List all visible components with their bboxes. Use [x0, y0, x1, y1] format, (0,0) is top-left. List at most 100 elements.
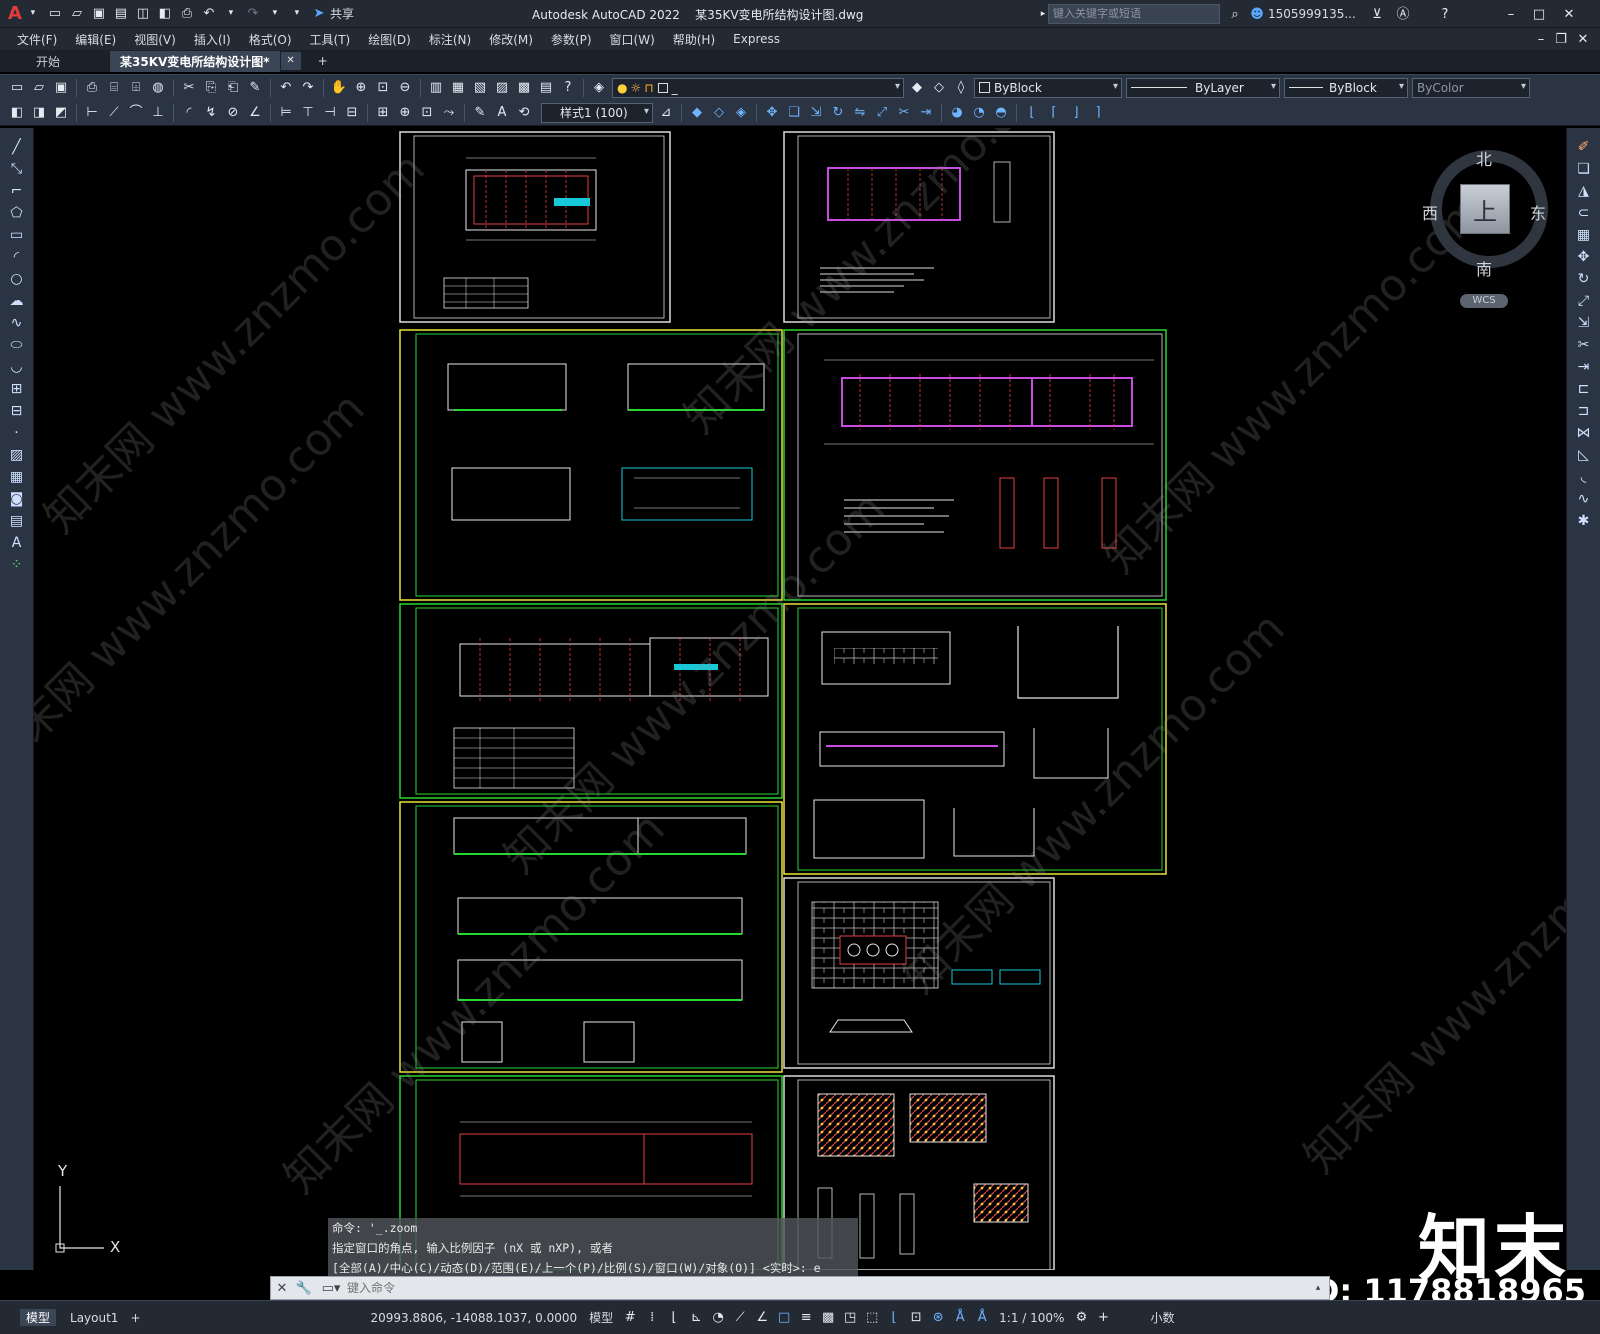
match-properties-icon[interactable]: ✎: [245, 78, 265, 98]
stretch-icon[interactable]: ⇲: [806, 103, 826, 123]
qnew-icon[interactable]: ▭: [7, 78, 27, 98]
view-top-icon[interactable]: ◆: [687, 103, 707, 123]
tolerance-icon[interactable]: ⊞: [373, 103, 393, 123]
stretch-icon[interactable]: ⇲: [1574, 313, 1594, 333]
tab-active-drawing[interactable]: 某35KV变电所结构设计图*: [110, 50, 280, 72]
menu-draw[interactable]: 绘图(D): [359, 31, 420, 48]
minimize-icon[interactable]: –: [1501, 4, 1521, 24]
compass-north[interactable]: 北: [1476, 146, 1492, 170]
save-icon[interactable]: ▣: [89, 4, 109, 24]
undo-icon[interactable]: ↶: [276, 78, 296, 98]
copy-icon[interactable]: ❏: [1574, 159, 1594, 179]
view-left-icon[interactable]: ◈: [731, 103, 751, 123]
menu-insert[interactable]: 插入(I): [185, 31, 240, 48]
app-menu-chevron-icon[interactable]: ▾: [23, 4, 43, 24]
move-icon[interactable]: ✥: [1574, 247, 1594, 267]
break-icon[interactable]: ⊐: [1574, 401, 1594, 421]
menu-edit[interactable]: 编辑(E): [66, 31, 125, 48]
dynamic-ucs-icon[interactable]: ⌊: [884, 1308, 904, 1328]
compass-west[interactable]: 西: [1422, 200, 1438, 224]
command-close-icon[interactable]: ✕: [272, 1278, 292, 1298]
color-dropdown[interactable]: ByBlock ▾: [974, 77, 1122, 98]
circle-icon[interactable]: ○: [7, 269, 27, 289]
search-icon[interactable]: ⌕: [1225, 4, 1245, 24]
material-icon[interactable]: ◓: [991, 103, 1011, 123]
properties-icon[interactable]: ▥: [426, 78, 446, 98]
menu-file[interactable]: 文件(F): [8, 31, 66, 48]
spline-icon[interactable]: ∿: [7, 313, 27, 333]
tab-start[interactable]: 开始: [26, 51, 70, 72]
ellipse-icon[interactable]: ⬭: [7, 335, 27, 355]
make-current-layer-icon[interactable]: ◆: [907, 78, 927, 98]
infer-icon[interactable]: ⌊: [664, 1308, 684, 1328]
share-icon[interactable]: ➤: [309, 4, 329, 24]
viewcube-top-face[interactable]: 上: [1460, 184, 1510, 234]
plotstyle-dropdown[interactable]: ByColor ▾: [1412, 77, 1530, 98]
open-icon[interactable]: ▱: [29, 78, 49, 98]
app-logo[interactable]: A: [8, 3, 22, 24]
units-dropdown[interactable]: 小数: [1144, 1309, 1180, 1326]
doc-restore-icon[interactable]: ❐: [1551, 29, 1571, 49]
line-icon[interactable]: ╱: [7, 137, 27, 157]
rotate-icon[interactable]: ↻: [828, 103, 848, 123]
save-web-icon[interactable]: ◧: [155, 4, 175, 24]
dim-update-icon[interactable]: ⟲: [514, 103, 534, 123]
add-selected-icon[interactable]: ⁘: [7, 555, 27, 575]
open-file-icon[interactable]: ▱: [67, 4, 87, 24]
menu-tools[interactable]: 工具(T): [301, 31, 360, 48]
center-mark-icon[interactable]: ⊕: [395, 103, 415, 123]
zoom-realtime-icon[interactable]: ⊕: [351, 78, 371, 98]
grid-icon[interactable]: #: [620, 1308, 640, 1328]
compass-south[interactable]: 南: [1476, 256, 1492, 280]
transparency-icon[interactable]: ▩: [818, 1308, 838, 1328]
layer-iso-icon[interactable]: ◨: [29, 103, 49, 123]
plot-preview-icon[interactable]: ⌸: [104, 78, 124, 98]
menu-modify[interactable]: 修改(M): [480, 31, 542, 48]
zoom-previous-icon[interactable]: ⊖: [395, 78, 415, 98]
user-name[interactable]: 1505999135...: [1268, 7, 1356, 21]
dimstyle-manager-icon[interactable]: ⊿: [656, 103, 676, 123]
open-web-icon[interactable]: ◫: [133, 4, 153, 24]
blend-icon[interactable]: ∿: [1574, 489, 1594, 509]
view-bottom-icon[interactable]: ◇: [709, 103, 729, 123]
insert-block-icon[interactable]: ⊞: [7, 379, 27, 399]
drawing-canvas[interactable]: Y X 知末网 www.znzmo.com 知末网 www.znzmo.com …: [34, 128, 1566, 1270]
layer-properties-icon[interactable]: ◈: [589, 78, 609, 98]
help-icon[interactable]: ?: [1435, 4, 1455, 24]
hatch-icon[interactable]: ▨: [7, 445, 27, 465]
trim-icon[interactable]: ✂: [894, 103, 914, 123]
continue-dim-icon[interactable]: ⊣: [320, 103, 340, 123]
layer-previous-icon[interactable]: ◇: [929, 78, 949, 98]
redo-icon[interactable]: ↷: [298, 78, 318, 98]
ortho-icon[interactable]: ⊾: [686, 1308, 706, 1328]
rectangle-icon[interactable]: ▭: [7, 225, 27, 245]
polyline-icon[interactable]: ⌐: [7, 181, 27, 201]
polar-icon[interactable]: ◔: [708, 1308, 728, 1328]
scale-icon[interactable]: ⤢: [872, 103, 892, 123]
arc-length-icon[interactable]: ⌒: [126, 103, 146, 123]
menu-view[interactable]: 视图(V): [125, 31, 185, 48]
paste-icon[interactable]: ⎗: [223, 78, 243, 98]
erase-icon[interactable]: ✐: [1574, 137, 1594, 157]
annotation-monitor-icon[interactable]: +: [1093, 1308, 1113, 1328]
annotation-visibility-icon[interactable]: Å: [950, 1308, 970, 1328]
arc-icon[interactable]: ◜: [7, 247, 27, 267]
dim-edit-icon[interactable]: ✎: [470, 103, 490, 123]
mtext-icon[interactable]: A: [7, 533, 27, 553]
lineweight-icon[interactable]: ≡: [796, 1308, 816, 1328]
save-icon[interactable]: ▣: [51, 78, 71, 98]
dimstyle-dropdown[interactable]: 样式1 (100) ▾: [541, 102, 653, 123]
mirror-icon[interactable]: ⇋: [850, 103, 870, 123]
array-icon[interactable]: ▦: [1574, 225, 1594, 245]
table-icon[interactable]: ▤: [7, 511, 27, 531]
menu-window[interactable]: 窗口(W): [601, 31, 664, 48]
undo-dropdown-icon[interactable]: ▾: [221, 4, 241, 24]
fillet-icon[interactable]: ◟: [1574, 467, 1594, 487]
wcs-menu[interactable]: WCS: [1460, 294, 1508, 308]
selection-filter-icon[interactable]: ⊡: [906, 1308, 926, 1328]
join-icon[interactable]: ⋈: [1574, 423, 1594, 443]
design-center-icon[interactable]: ▦: [448, 78, 468, 98]
extend-icon[interactable]: ⇥: [916, 103, 936, 123]
aligned-dim-icon[interactable]: ⟋: [104, 103, 124, 123]
customize-icon[interactable]: 🔧: [294, 1278, 314, 1298]
